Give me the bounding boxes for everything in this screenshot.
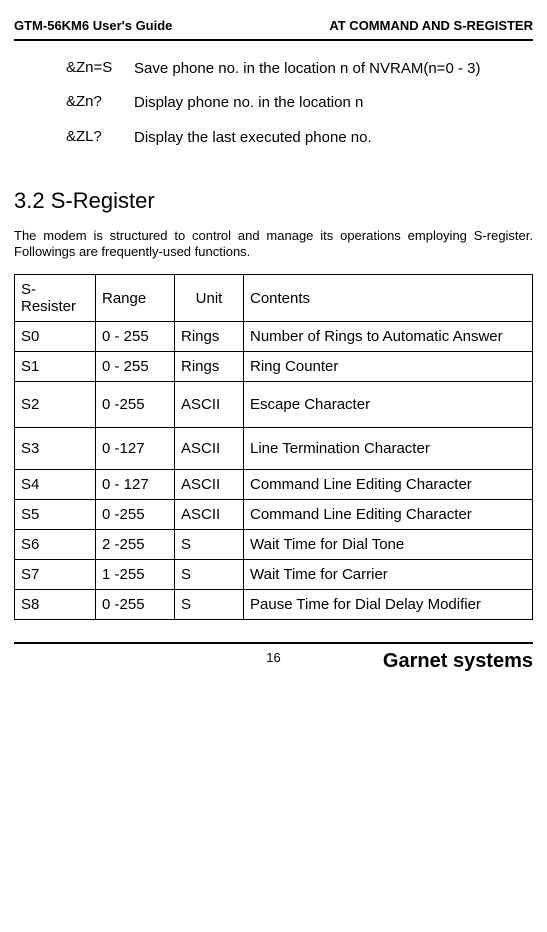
cell-sr: S5	[15, 500, 96, 530]
cell-contents: Wait Time for Dial Tone	[244, 530, 533, 560]
cell-contents: Line Termination Character	[244, 428, 533, 470]
cell-range: 0 -255	[96, 382, 175, 428]
cell-unit: Rings	[175, 322, 244, 352]
table-row: S2 0 -255 ASCII Escape Character	[15, 382, 533, 428]
command-row: &Zn? Display phone no. in the location n	[66, 93, 533, 113]
cell-sr: S4	[15, 470, 96, 500]
command-desc: Display phone no. in the location n	[134, 93, 533, 113]
cell-range: 0 -255	[96, 590, 175, 620]
command-key: &Zn=S	[66, 59, 134, 79]
cell-sr: S1	[15, 352, 96, 382]
cell-unit: ASCII	[175, 382, 244, 428]
cell-contents: Pause Time for Dial Delay Modifier	[244, 590, 533, 620]
command-desc: Display the last executed phone no.	[134, 128, 533, 148]
page-footer: 16 Garnet systems	[14, 650, 533, 676]
section-title: S-Register	[51, 188, 155, 213]
cell-sr: S7	[15, 560, 96, 590]
cell-unit: S	[175, 530, 244, 560]
cell-contents: Ring Counter	[244, 352, 533, 382]
cell-unit: ASCII	[175, 500, 244, 530]
cell-contents: Command Line Editing Character	[244, 500, 533, 530]
cell-contents: Command Line Editing Character	[244, 470, 533, 500]
footer-rule	[14, 642, 533, 644]
cell-range: 0 - 255	[96, 352, 175, 382]
cell-sr: S3	[15, 428, 96, 470]
cell-range: 0 -255	[96, 500, 175, 530]
cell-range: 0 - 127	[96, 470, 175, 500]
table-row: S0 0 - 255 Rings Number of Rings to Auto…	[15, 322, 533, 352]
command-list: &Zn=S Save phone no. in the location n o…	[66, 59, 533, 148]
table-row: S5 0 -255 ASCII Command Line Editing Cha…	[15, 500, 533, 530]
cell-unit: ASCII	[175, 428, 244, 470]
page-number: 16	[266, 650, 280, 665]
table-row: S3 0 -127 ASCII Line Termination Charact…	[15, 428, 533, 470]
s-register-table: S-Resister Range Unit Contents S0 0 - 25…	[14, 274, 533, 620]
cell-sr: S8	[15, 590, 96, 620]
cell-contents: Number of Rings to Automatic Answer	[244, 322, 533, 352]
cell-range: 2 -255	[96, 530, 175, 560]
th-unit: Unit	[175, 275, 244, 322]
table-head-row: S-Resister Range Unit Contents	[15, 275, 533, 322]
command-desc: Save phone no. in the location n of NVRA…	[134, 59, 533, 79]
command-row: &ZL? Display the last executed phone no.	[66, 128, 533, 148]
cell-range: 0 -127	[96, 428, 175, 470]
section-intro: The modem is structured to control and m…	[14, 228, 533, 261]
cell-unit: S	[175, 560, 244, 590]
section-number: 3.2	[14, 188, 45, 213]
cell-contents: Escape Character	[244, 382, 533, 428]
page-header: GTM-56KM6 User's Guide AT COMMAND AND S-…	[14, 18, 533, 33]
command-key: &ZL?	[66, 128, 134, 148]
command-row: &Zn=S Save phone no. in the location n o…	[66, 59, 533, 79]
section-heading: 3.2 S-Register	[14, 188, 533, 214]
cell-unit: S	[175, 590, 244, 620]
cell-contents: Wait Time for Carrier	[244, 560, 533, 590]
th-range: Range	[96, 275, 175, 322]
cell-unit: Rings	[175, 352, 244, 382]
footer-brand: Garnet systems	[383, 650, 533, 673]
th-contents: Contents	[244, 275, 533, 322]
table-row: S4 0 - 127 ASCII Command Line Editing Ch…	[15, 470, 533, 500]
cell-sr: S0	[15, 322, 96, 352]
cell-unit: ASCII	[175, 470, 244, 500]
header-left: GTM-56KM6 User's Guide	[14, 18, 172, 33]
cell-sr: S6	[15, 530, 96, 560]
table-row: S7 1 -255 S Wait Time for Carrier	[15, 560, 533, 590]
cell-range: 0 - 255	[96, 322, 175, 352]
cell-sr: S2	[15, 382, 96, 428]
command-key: &Zn?	[66, 93, 134, 113]
header-rule	[14, 39, 533, 41]
table-row: S8 0 -255 S Pause Time for Dial Delay Mo…	[15, 590, 533, 620]
header-right: AT COMMAND AND S-REGISTER	[329, 18, 533, 33]
table-row: S6 2 -255 S Wait Time for Dial Tone	[15, 530, 533, 560]
cell-range: 1 -255	[96, 560, 175, 590]
table-row: S1 0 - 255 Rings Ring Counter	[15, 352, 533, 382]
th-sresister: S-Resister	[15, 275, 96, 322]
